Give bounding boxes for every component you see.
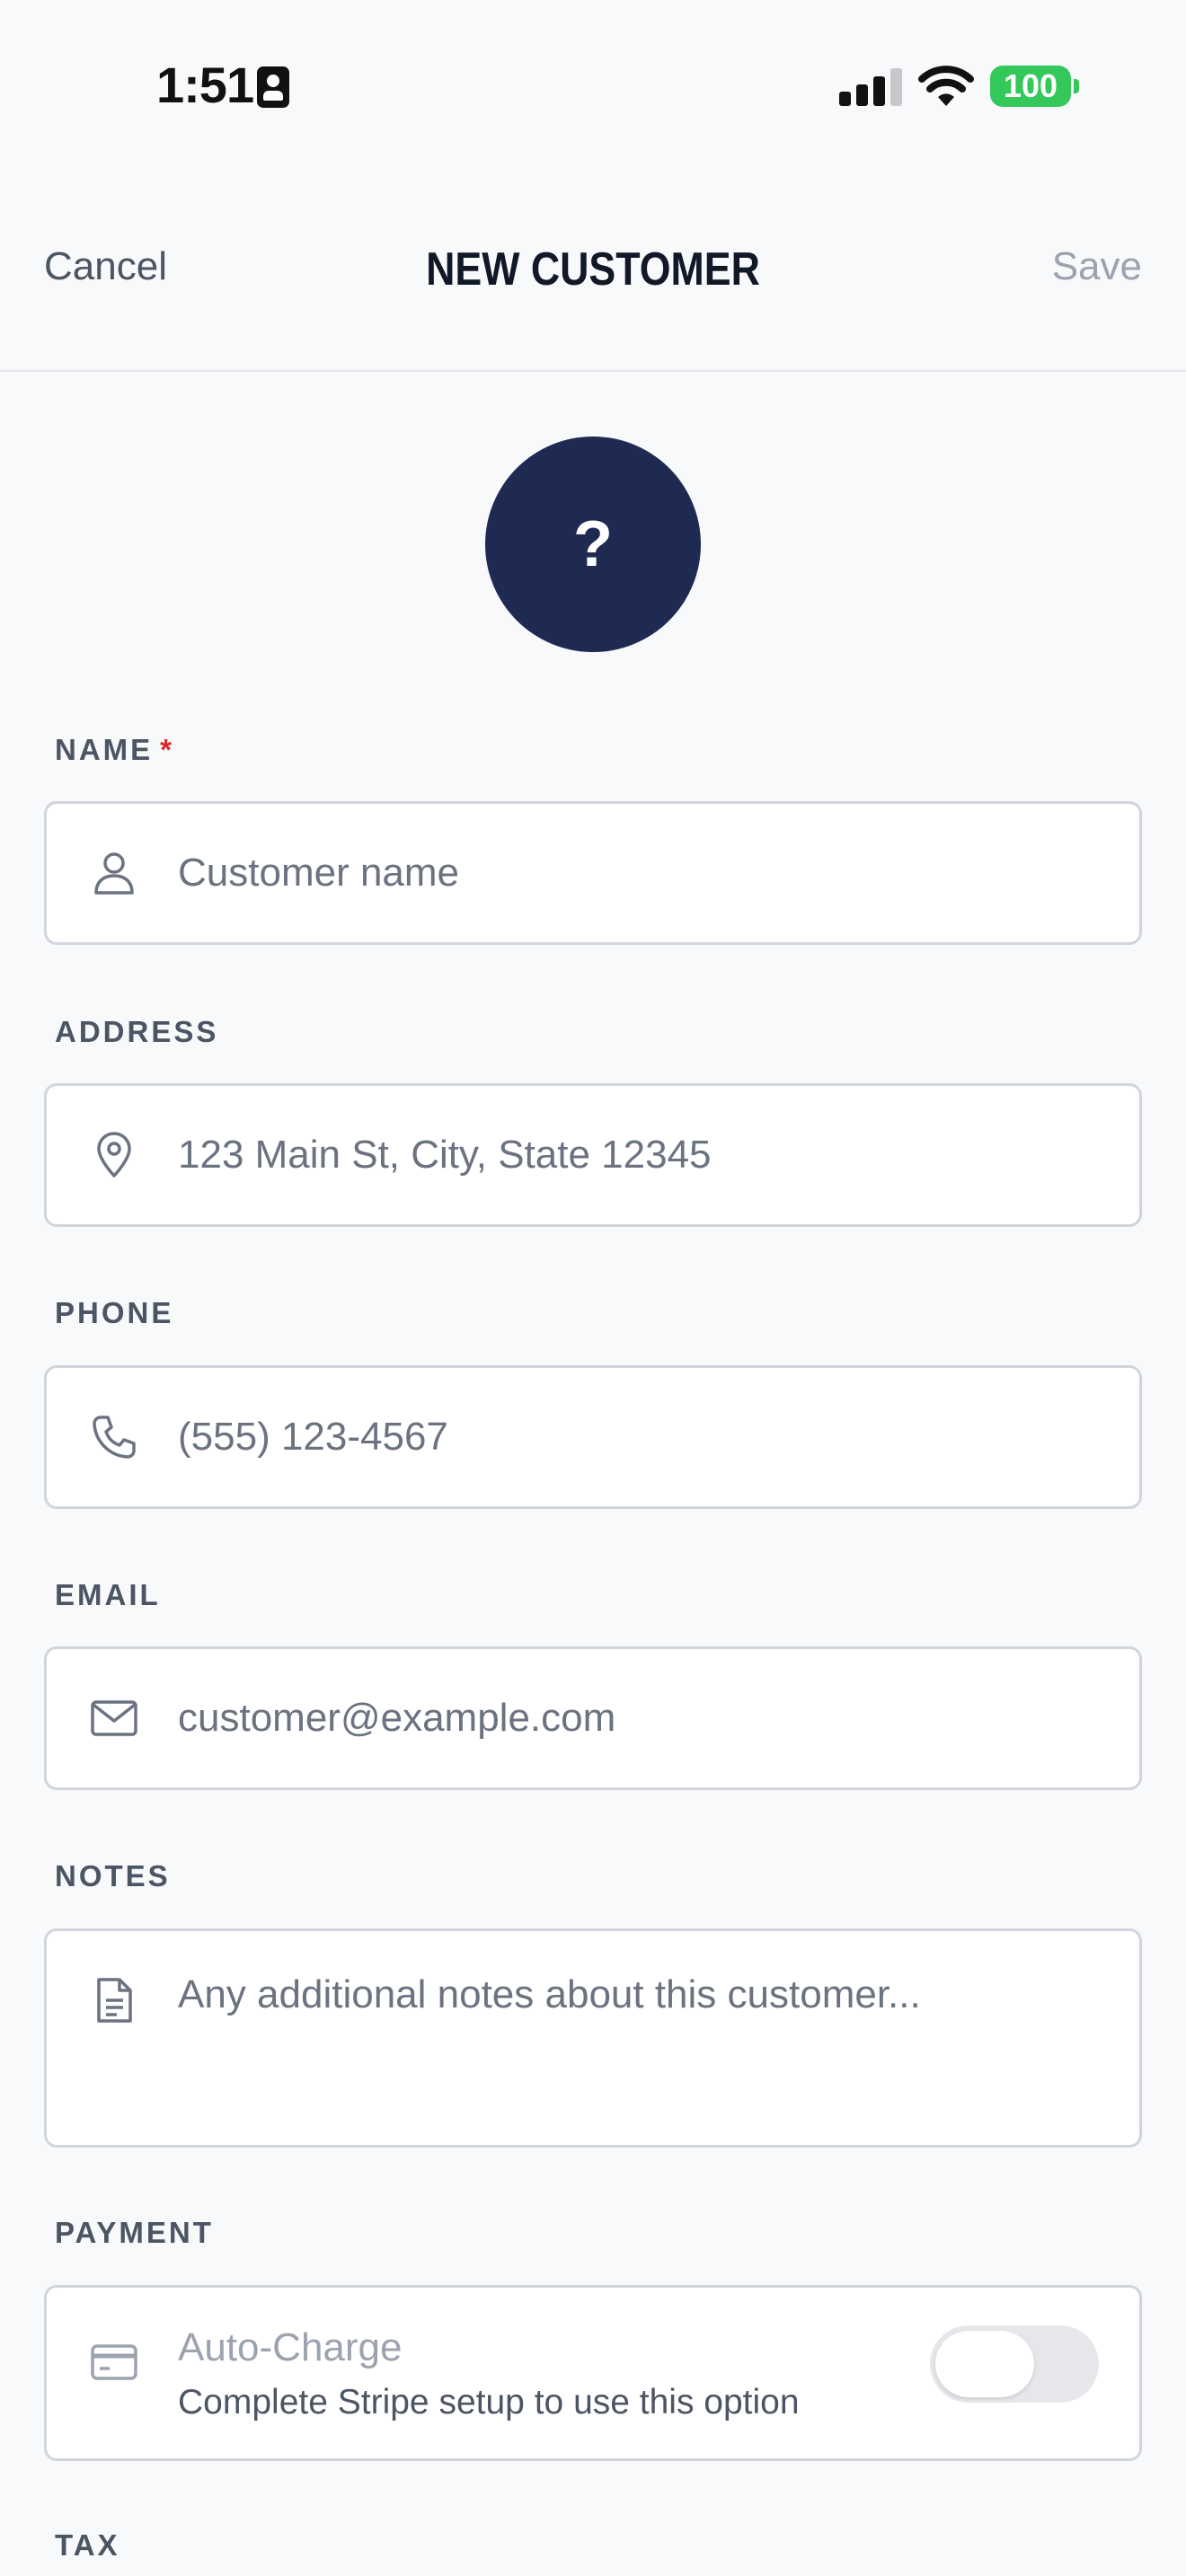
notes-label: NOTES bbox=[55, 1859, 171, 1892]
email-field[interactable]: customer@example.com bbox=[44, 1646, 1142, 1790]
document-icon bbox=[97, 1978, 132, 2023]
id-card-icon bbox=[257, 66, 289, 108]
page-title: NEW CUSTOMER bbox=[426, 243, 760, 296]
address-label: ADDRESS bbox=[55, 1015, 219, 1048]
navigation-bar: Cancel NEW CUSTOMER Save bbox=[0, 171, 1186, 372]
auto-charge-title: Auto-Charge bbox=[178, 2325, 403, 2369]
notes-placeholder: Any additional notes about this customer… bbox=[178, 1972, 921, 2016]
email-label: EMAIL bbox=[55, 1578, 161, 1611]
notes-field[interactable]: Any additional notes about this customer… bbox=[44, 1928, 1142, 2148]
phone-icon bbox=[93, 1416, 136, 1459]
person-icon bbox=[94, 852, 134, 895]
address-placeholder: 123 Main St, City, State 12345 bbox=[178, 1133, 712, 1177]
name-placeholder: Customer name bbox=[178, 851, 460, 895]
battery-tip bbox=[1074, 79, 1079, 93]
save-button[interactable]: Save bbox=[1052, 244, 1142, 289]
email-placeholder: customer@example.com bbox=[178, 1696, 616, 1740]
auto-charge-row: Auto-Charge Complete Stripe setup to use… bbox=[44, 2285, 1142, 2461]
phone-label: PHONE bbox=[55, 1296, 174, 1329]
phone-placeholder: (555) 123-4567 bbox=[178, 1415, 448, 1459]
tax-label: TAX bbox=[55, 2528, 120, 2562]
payment-label: PAYMENT bbox=[55, 2216, 214, 2249]
credit-card-icon bbox=[91, 2344, 137, 2380]
name-label: NAME * bbox=[55, 733, 174, 767]
envelope-icon bbox=[91, 1700, 137, 1736]
auto-charge-toggle[interactable] bbox=[930, 2325, 1099, 2403]
battery-indicator: 100 bbox=[990, 66, 1071, 107]
cellular-signal-icon bbox=[839, 66, 902, 106]
auto-charge-subtitle: Complete Stripe setup to use this option bbox=[178, 2383, 800, 2422]
address-field[interactable]: 123 Main St, City, State 12345 bbox=[44, 1083, 1142, 1227]
required-marker: * bbox=[160, 733, 175, 766]
toggle-knob bbox=[935, 2331, 1034, 2397]
status-time: 1:51 bbox=[156, 57, 254, 113]
phone-field[interactable]: (555) 123-4567 bbox=[44, 1365, 1142, 1509]
location-pin-icon bbox=[97, 1132, 131, 1178]
status-bar: 1:51 100 bbox=[0, 0, 1186, 171]
name-label-text: NAME bbox=[55, 733, 154, 766]
wifi-icon bbox=[918, 66, 974, 106]
name-field[interactable]: Customer name bbox=[44, 801, 1142, 945]
avatar[interactable]: ? bbox=[485, 437, 701, 652]
